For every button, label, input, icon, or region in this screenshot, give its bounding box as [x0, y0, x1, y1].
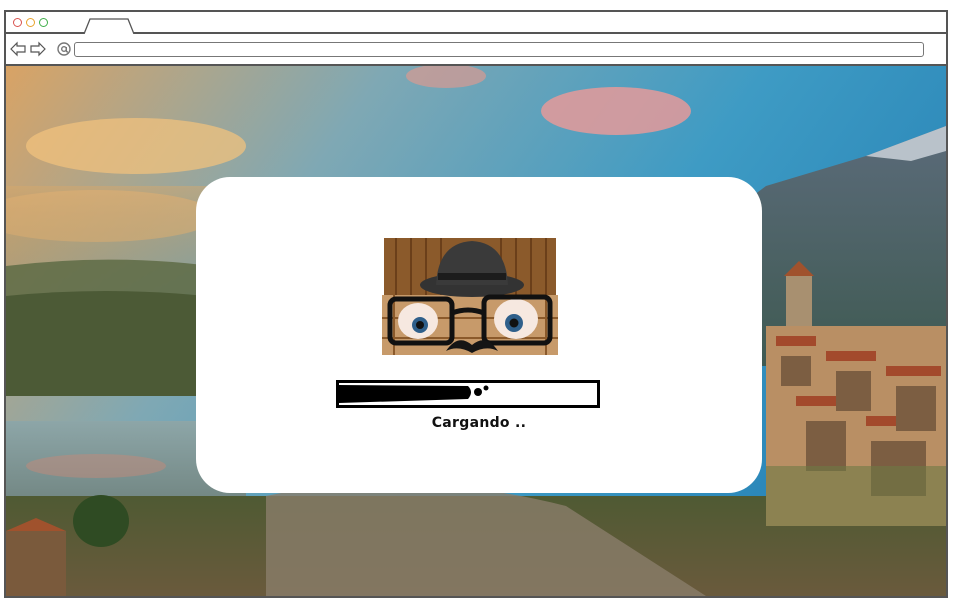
- page-viewport: Cargando ..: [6, 66, 946, 596]
- forward-arrow-icon[interactable]: [30, 41, 46, 57]
- minimize-window-button[interactable]: [26, 18, 35, 27]
- at-sign-icon: [57, 42, 71, 56]
- navigation-bar: [6, 34, 946, 66]
- loading-status-text: Cargando ..: [431, 415, 527, 431]
- back-arrow-icon[interactable]: [10, 41, 26, 57]
- maximize-window-button[interactable]: [39, 18, 48, 27]
- progress-fill: [339, 385, 489, 403]
- close-window-button[interactable]: [13, 18, 22, 27]
- browser-window: Cargando ..: [4, 10, 948, 598]
- progress-bar: [336, 380, 600, 408]
- loading-dialog: Cargando ..: [196, 177, 762, 493]
- browser-tab[interactable]: [84, 18, 136, 34]
- wooden-house-mascot-image: [382, 238, 558, 355]
- address-bar[interactable]: [74, 42, 924, 57]
- title-bar: [6, 12, 946, 34]
